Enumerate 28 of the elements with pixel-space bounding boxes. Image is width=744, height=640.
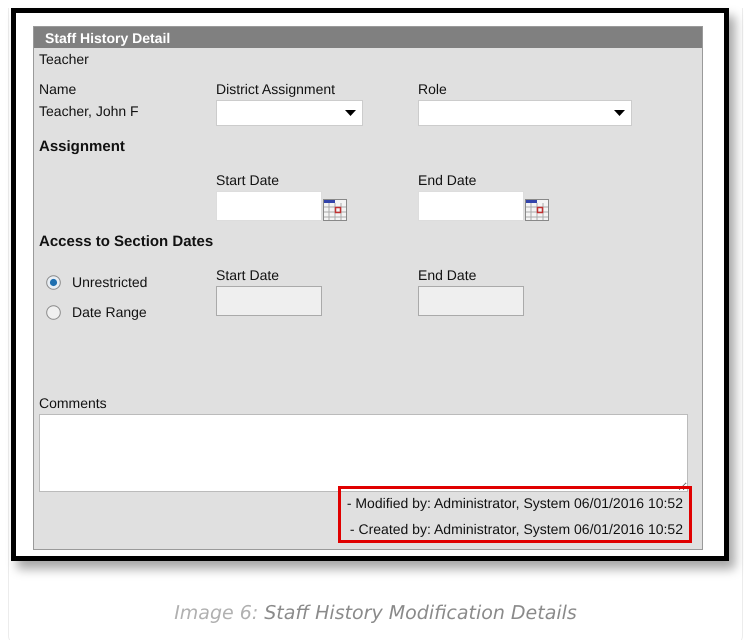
calendar-icon[interactable] — [323, 199, 347, 221]
field-label: Start Date — [216, 267, 280, 284]
role-dropdown[interactable] — [418, 100, 632, 126]
dropdown-caret-icon — [614, 110, 625, 116]
district-assignment-dropdown[interactable] — [216, 100, 363, 126]
dropdown-caret-icon — [345, 110, 356, 116]
radio-button[interactable] — [46, 304, 61, 320]
audit-line: - Modified by: Administrator, System 06/01/2016 10:52 — [346, 495, 683, 512]
field-label: Name — [39, 81, 76, 98]
comments-field[interactable] — [39, 414, 688, 492]
field-label: Comments — [39, 395, 108, 412]
caption-label: Image 6: — [174, 602, 258, 624]
radio-label[interactable]: Date Range — [72, 304, 147, 320]
field-label: End Date — [418, 172, 476, 189]
radio-label[interactable]: Unrestricted — [72, 274, 148, 290]
caption-title: Staff History Modification Details — [264, 602, 577, 624]
section-heading: Access to Section Dates — [39, 233, 214, 251]
staff-type: Teacher — [39, 51, 90, 68]
panel-title: Staff History Detail — [34, 27, 702, 48]
radio-button[interactable] — [46, 274, 61, 290]
section-heading: Assignment — [39, 138, 126, 156]
audit-line: - Created by: Administrator, System 06/01/2016 10:52 — [350, 521, 683, 538]
staff-name: Teacher, John F — [39, 103, 139, 120]
field-label: Role — [418, 81, 447, 98]
field-label: End Date — [418, 267, 476, 284]
field-label: Start Date — [216, 172, 280, 189]
calendar-icon[interactable] — [525, 199, 549, 221]
field-label: District Assignment — [216, 81, 336, 98]
